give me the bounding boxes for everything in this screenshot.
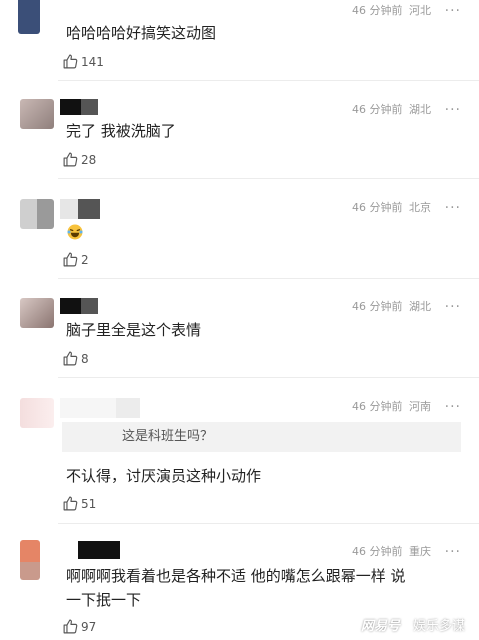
comment-time: 46 分钟前 xyxy=(352,201,403,214)
thumbs-up-icon xyxy=(63,496,78,511)
more-dots-icon[interactable]: ··· xyxy=(445,400,461,414)
comment-text: 不认得，讨厌演员这种小动作 xyxy=(66,467,262,485)
username-redacted xyxy=(60,398,140,418)
comment-meta: 46 分钟前 河南 xyxy=(352,398,431,414)
watermark-divider xyxy=(405,618,407,631)
comment-time: 46 分钟前 xyxy=(352,300,403,313)
comment-time: 46 分钟前 xyxy=(352,103,403,116)
quoted-reply[interactable]: 这是科班生吗？ xyxy=(62,422,461,452)
comment-time: 46 分钟前 xyxy=(352,400,403,413)
comment-time: 46 分钟前 xyxy=(352,4,403,17)
avatar[interactable] xyxy=(20,199,54,229)
comment-time: 46 分钟前 xyxy=(352,545,403,558)
more-dots-icon[interactable]: ··· xyxy=(445,103,461,117)
comment-text: 脑子里全是这个表情 xyxy=(66,321,202,339)
like-button[interactable]: 97 xyxy=(62,618,96,635)
comment-location: 湖北 xyxy=(409,103,431,116)
more-dots-icon[interactable]: ··· xyxy=(445,4,461,18)
avatar[interactable] xyxy=(20,398,54,428)
comment-meta: 46 分钟前 湖北 xyxy=(352,101,431,117)
avatar[interactable] xyxy=(20,298,54,328)
like-count: 51 xyxy=(81,496,97,511)
comment-meta: 46 分钟前 河北 xyxy=(352,2,431,18)
comment-text-line-1: 啊啊啊我看着也是各种不适 他的嘴怎么跟幂一样 说 xyxy=(66,567,406,585)
username-redacted xyxy=(78,541,120,559)
thumbs-up-icon xyxy=(63,619,78,634)
thumbs-up-icon xyxy=(63,54,78,69)
laughing-tears-emoji-icon xyxy=(67,224,83,240)
username-redacted xyxy=(60,298,98,314)
separator xyxy=(58,80,479,81)
like-count: 97 xyxy=(81,619,97,634)
comment-meta: 46 分钟前 北京 xyxy=(352,199,431,215)
avatar[interactable] xyxy=(20,540,40,580)
avatar[interactable] xyxy=(18,0,40,34)
comment-location: 重庆 xyxy=(409,545,431,558)
more-dots-icon[interactable]: ··· xyxy=(445,545,461,559)
like-count: 141 xyxy=(81,54,104,69)
separator xyxy=(58,377,479,378)
thumbs-up-icon xyxy=(63,252,78,267)
like-button[interactable]: 51 xyxy=(62,495,96,512)
like-button[interactable]: 28 xyxy=(62,151,96,168)
separator xyxy=(58,523,479,524)
comment-location: 湖北 xyxy=(409,300,431,313)
watermark-brand: 网易号 xyxy=(360,619,400,634)
like-button[interactable]: 2 xyxy=(62,251,89,268)
watermark-channel: 娱乐多谋 xyxy=(412,619,465,634)
comment-location: 北京 xyxy=(409,201,431,214)
like-count: 8 xyxy=(81,351,89,366)
thumbs-up-icon xyxy=(63,351,78,366)
like-count: 28 xyxy=(81,152,97,167)
comment-text: 完了 我被洗脑了 xyxy=(66,122,176,140)
like-count: 2 xyxy=(81,252,89,267)
quoted-reply-text: 这是科班生吗？ xyxy=(122,429,214,444)
comment-meta: 46 分钟前 湖北 xyxy=(352,298,431,314)
comment-text: 哈哈哈哈好搞笑这动图 xyxy=(66,24,217,42)
more-dots-icon[interactable]: ··· xyxy=(445,201,461,215)
comment-location: 河南 xyxy=(409,400,431,413)
username-redacted xyxy=(60,99,98,115)
like-button[interactable]: 141 xyxy=(62,53,104,70)
thumbs-up-icon xyxy=(63,152,78,167)
comment-text-line-2: 一下抿一下 xyxy=(66,591,142,609)
separator xyxy=(58,178,479,179)
comment-location: 河北 xyxy=(409,4,431,17)
separator xyxy=(58,278,479,279)
like-button[interactable]: 8 xyxy=(62,350,89,367)
more-dots-icon[interactable]: ··· xyxy=(445,300,461,314)
comment-meta: 46 分钟前 重庆 xyxy=(352,543,431,559)
username-redacted xyxy=(60,199,100,219)
watermark: 网易号 娱乐多谋 xyxy=(361,615,465,634)
avatar[interactable] xyxy=(20,99,54,129)
